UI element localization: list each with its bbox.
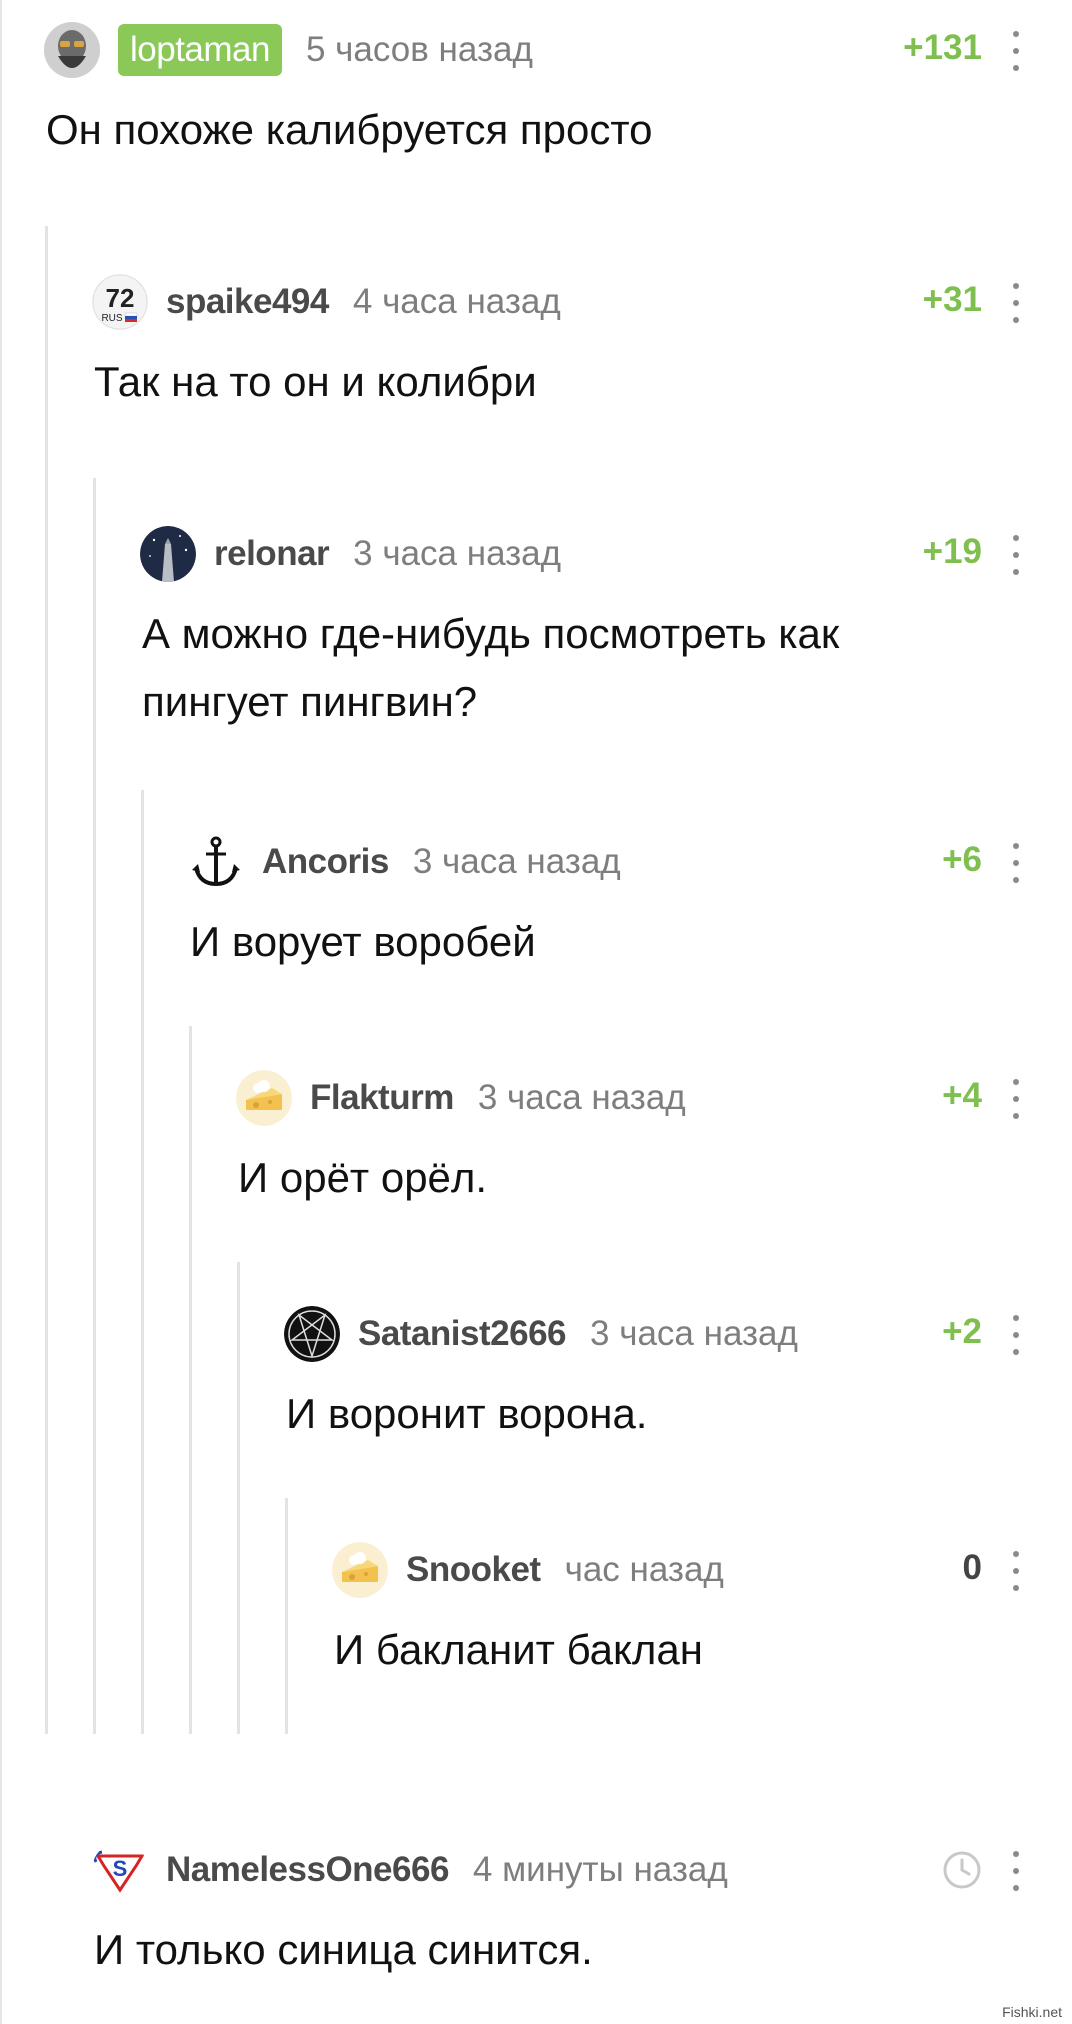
timestamp[interactable]: 3 часа назад [478, 1078, 686, 1118]
comment-text-line: А можно где-нибудь посмотреть как [142, 610, 840, 657]
thread-line-4[interactable] [189, 1026, 192, 1734]
timestamp[interactable]: час назад [565, 1550, 724, 1590]
svg-text:72: 72 [106, 283, 135, 313]
timestamp[interactable]: 3 часа назад [353, 534, 561, 574]
rating: +19 [922, 532, 982, 571]
thread-line-2[interactable] [93, 478, 96, 1734]
rating: 0 [962, 1548, 982, 1587]
more-options-icon[interactable] [1012, 1315, 1020, 1355]
more-options-icon[interactable] [1012, 535, 1020, 575]
rating: +4 [942, 1076, 982, 1115]
comment-header: Ancoris 3 часа назад [188, 830, 621, 894]
rating: +2 [942, 1312, 982, 1351]
watermark: Fishki.net [1002, 2004, 1062, 2020]
author-name[interactable]: Satanist2666 [358, 1314, 567, 1354]
car-plate-72-rus-avatar[interactable]: 72 RUS [92, 274, 148, 330]
comment-header: 72 RUS spaike494 4 часа назад [92, 270, 561, 334]
svg-text:RUS: RUS [101, 313, 122, 324]
anchor-avatar[interactable] [188, 834, 244, 890]
comment-text: И бакланит баклан [334, 1626, 703, 1673]
comment-text: И только синица синится. [94, 1926, 593, 1973]
thread-line-1[interactable] [45, 226, 48, 1734]
comment-header: relonar 3 часа назад [140, 522, 561, 586]
author-name[interactable]: relonar [214, 534, 330, 574]
comment-text: И орёт орёл. [238, 1154, 488, 1201]
pentagram-avatar[interactable] [284, 1306, 340, 1362]
left-page-border [0, 0, 2, 2024]
timestamp[interactable]: 4 минуты назад [473, 1850, 728, 1890]
thread-line-5[interactable] [237, 1262, 240, 1734]
comment-text-line: пингует пингвин? [142, 678, 478, 725]
default-cheese-avatar[interactable] [332, 1542, 388, 1598]
timestamp[interactable]: 3 часа назад [413, 842, 621, 882]
more-options-icon[interactable] [1012, 283, 1020, 323]
comment-header: Flakturm 3 часа назад [236, 1066, 686, 1130]
thread-line-6[interactable] [285, 1498, 288, 1734]
comment-text: И ворует воробей [190, 918, 536, 965]
timestamp[interactable]: 4 часа назад [353, 282, 561, 322]
author-name[interactable]: spaike494 [166, 282, 329, 322]
comment-text: Так на то он и колибри [94, 358, 537, 405]
timestamp[interactable]: 5 часов назад [306, 30, 533, 70]
comment-text: И воронит ворона. [286, 1390, 648, 1437]
comment-header: S NamelessOne666 4 минуты назад [92, 1838, 728, 1902]
clock-icon [942, 1850, 982, 1890]
bearded-man-avatar[interactable] [44, 22, 100, 78]
rating: +31 [922, 280, 982, 319]
comment-text: А можно где-нибудь посмотреть как пингуе… [142, 600, 839, 736]
timestamp[interactable]: 3 часа назад [590, 1314, 798, 1354]
more-options-icon[interactable] [1012, 1851, 1020, 1891]
author-name[interactable]: Flakturm [310, 1078, 454, 1118]
rating: +131 [903, 28, 982, 67]
more-options-icon[interactable] [1012, 31, 1020, 71]
more-options-icon[interactable] [1012, 843, 1020, 883]
more-options-icon[interactable] [1012, 1079, 1020, 1119]
comment-header: loptaman 5 часов назад [44, 18, 533, 82]
comment-header: Snooket час назад [332, 1538, 724, 1602]
rating: +6 [942, 840, 982, 879]
author-name[interactable]: Snooket [406, 1550, 541, 1590]
author-name[interactable]: NamelessOne666 [166, 1850, 449, 1890]
default-cheese-avatar[interactable] [236, 1070, 292, 1126]
author-name[interactable]: Ancoris [262, 842, 389, 882]
more-options-icon[interactable] [1012, 1551, 1020, 1591]
comment-text: Он похоже калибруется просто [46, 106, 653, 153]
night-sky-tower-avatar[interactable] [140, 526, 196, 582]
author-name[interactable]: loptaman [118, 24, 282, 76]
superman-logo-avatar[interactable]: S [92, 1842, 148, 1898]
comment-header: Satanist2666 3 часа назад [284, 1302, 798, 1366]
svg-text:S: S [113, 1856, 128, 1881]
thread-line-3[interactable] [141, 790, 144, 1734]
